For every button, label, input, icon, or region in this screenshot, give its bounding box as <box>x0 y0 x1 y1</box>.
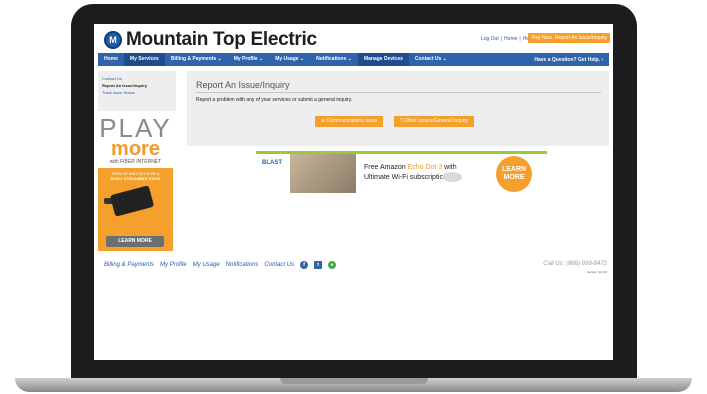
promo-roku-box: SIGN UP AND RECEIVE A ROKU STREAMING STI… <box>98 168 173 251</box>
nav-billing[interactable]: Billing & Payments ⌄ <box>165 53 228 66</box>
twitter-icon[interactable]: t <box>314 261 323 269</box>
report-panel: Report An Issue/Inquiry Report a problem… <box>187 71 609 146</box>
footer-billing-link[interactable]: Billing & Payments <box>104 262 154 268</box>
logout-link[interactable]: Log Out <box>481 36 499 42</box>
mountain-logo-icon: M <box>104 31 122 49</box>
banner-learn-more-button[interactable]: LEARN MORE <box>496 156 532 192</box>
footer-usage-link[interactable]: My Usage <box>193 262 220 268</box>
fiber-promo[interactable]: PLAY more with FIBER INTERNET SIGN UP AN… <box>98 113 173 256</box>
main-nav: Home My Services Billing & Payments ⌄ My… <box>98 53 609 66</box>
echo-dot-banner[interactable]: BLAST Free Amazon Echo Dot 3 with Ultima… <box>256 151 547 193</box>
footer-links: Billing & Payments My Profile My Usage N… <box>104 261 337 269</box>
sidebar-item-contact[interactable]: Contact Us <box>102 75 172 82</box>
nav-home[interactable]: Home <box>98 53 124 66</box>
promo-roku-text: ROKU STREAMING STICK <box>110 176 161 181</box>
green-circle-icon[interactable]: ● <box>328 261 337 269</box>
report-issue-button[interactable]: Report An Issue/Inquiry <box>552 33 610 43</box>
footer-profile-link[interactable]: My Profile <box>160 262 187 268</box>
get-help-link[interactable]: Have a Question? Get Help. › <box>528 57 609 63</box>
promo-learn-more-button[interactable]: LEARN MORE <box>106 236 164 247</box>
brand-name: Mountain Top Electric <box>126 29 317 50</box>
home-link[interactable]: Home <box>504 36 517 42</box>
nav-usage[interactable]: My Usage ⌄ <box>269 53 310 66</box>
roku-remote-image <box>109 185 155 217</box>
brand-logo[interactable]: M Mountain Top Electric <box>104 29 317 51</box>
nav-my-services[interactable]: My Services <box>123 53 165 66</box>
promo-fiber-text: with FIBER INTERNET <box>109 159 162 165</box>
footer-notifications-link[interactable]: Notifications <box>226 262 259 268</box>
nav-contact[interactable]: Contact Us ⌄ <box>409 53 453 66</box>
communications-issue-button[interactable]: ≋ Communications Issue <box>315 116 384 127</box>
nav-notifications[interactable]: Notifications ⌄ <box>310 53 358 66</box>
banner-headline: Free Amazon Echo Dot 3 with Ultimate Wi-… <box>364 164 457 181</box>
promo-play-text: PLAY <box>99 113 172 143</box>
page-description: Report a problem with any of your servic… <box>196 97 353 103</box>
sidebar-item-track[interactable]: Track Issue Status <box>102 89 172 96</box>
echo-dot-image <box>442 172 462 182</box>
banner-family-photo <box>290 154 356 193</box>
nav-manage-devices[interactable]: Manage Devices <box>357 53 409 66</box>
laptop-notch <box>280 378 428 384</box>
screen: M Mountain Top Electric Log Out|Home|Hel… <box>94 24 613 360</box>
call-us-text: Call Us: (866) 999-8472 <box>543 261 607 267</box>
version-text: Version: 10.0.0 <box>586 270 607 274</box>
blast-logo: BLAST <box>262 160 282 166</box>
footer-contact-link[interactable]: Contact Us <box>264 262 294 268</box>
page-title: Report An Issue/Inquiry <box>196 80 290 90</box>
other-issues-button[interactable]: ? Other Issues/General Inquiry <box>394 116 475 127</box>
nav-profile[interactable]: My Profile ⌄ <box>228 53 269 66</box>
sidebar-item-report[interactable]: Report An Issue/Inquiry <box>102 82 172 89</box>
title-divider <box>196 92 601 93</box>
facebook-icon[interactable]: f <box>300 261 309 269</box>
promo-signup-text: SIGN UP AND RECEIVE A <box>111 171 160 176</box>
top-links: Log Out|Home|Help <box>481 36 533 42</box>
sidebar: Contact Us Report An Issue/Inquiry Track… <box>98 71 176 111</box>
